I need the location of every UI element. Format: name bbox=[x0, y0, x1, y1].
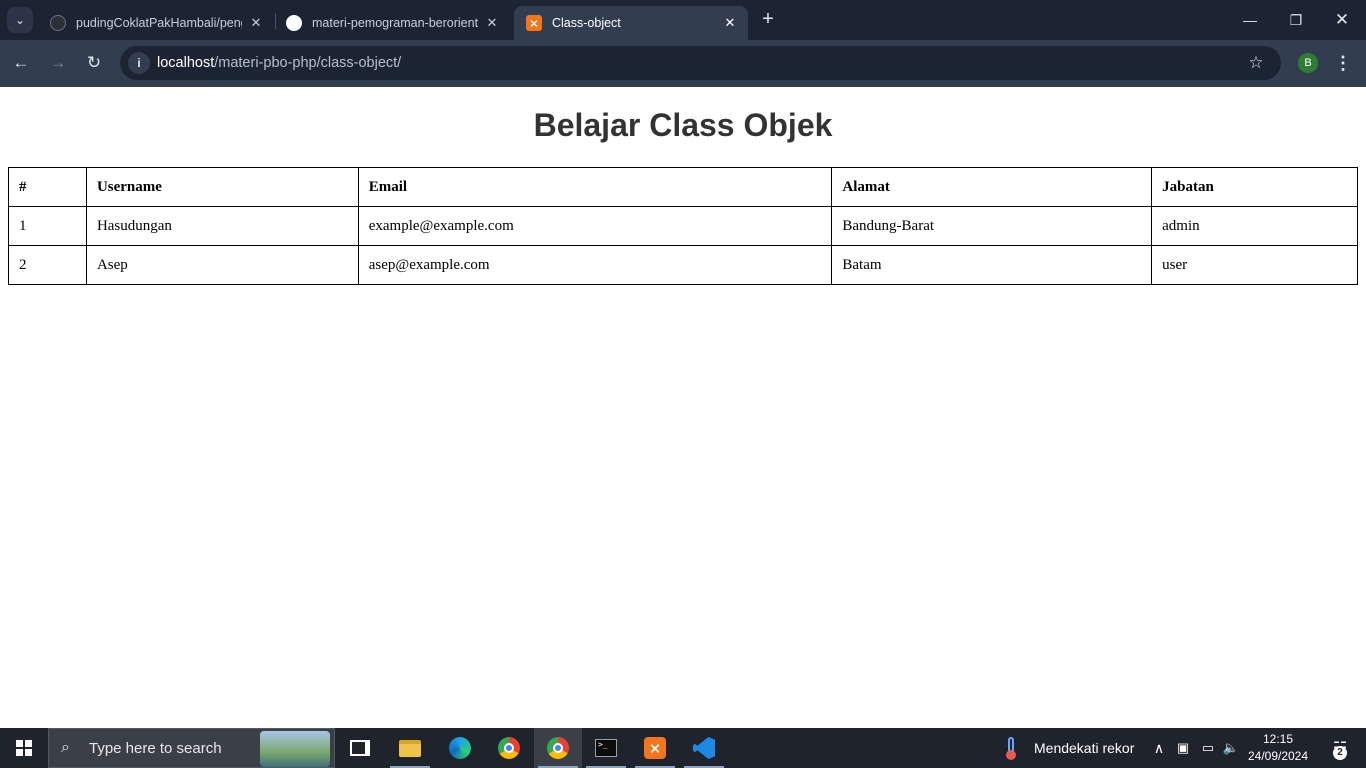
url-host: localhost bbox=[157, 55, 215, 71]
thermometer-icon bbox=[1004, 737, 1020, 760]
terminal-icon: >_ bbox=[595, 739, 617, 757]
cell-username: Hasudungan bbox=[85, 206, 359, 246]
vscode-icon bbox=[693, 737, 715, 759]
tab-1-title: pudingCoklatPakHambali/peng bbox=[76, 16, 242, 30]
chrome-profile-button[interactable] bbox=[534, 728, 582, 768]
minimize-icon[interactable]: — bbox=[1240, 10, 1260, 30]
bookmark-star-icon[interactable]: ☆ bbox=[1245, 52, 1267, 74]
windows-taskbar: ⌕ Type here to search >_ ⨯ Mendekati rek… bbox=[0, 728, 1366, 768]
cell-number: 2 bbox=[8, 245, 87, 285]
search-highlight-image bbox=[260, 731, 330, 767]
windows-logo-icon bbox=[16, 740, 32, 756]
tab-2-close-icon[interactable]: ✕ bbox=[484, 15, 500, 31]
chrome-button[interactable] bbox=[485, 728, 533, 768]
weather-text: Mendekati rekor bbox=[1034, 740, 1135, 756]
clock-date: 24/09/2024 bbox=[1247, 749, 1309, 763]
search-placeholder: Type here to search bbox=[89, 740, 222, 757]
taskbar-search-box[interactable]: ⌕ Type here to search bbox=[48, 728, 335, 768]
tab-3-title: Class-object bbox=[552, 16, 621, 30]
folder-icon bbox=[399, 739, 421, 757]
chrome-profile-icon bbox=[547, 737, 569, 759]
browser-tab-bar: ⌄ pudingCoklatPakHambali/peng ✕ materi-p… bbox=[0, 0, 1366, 40]
page-content: Belajar Class Objek # Username Email Ala… bbox=[0, 87, 1366, 728]
weather-widget[interactable]: Mendekati rekor bbox=[1004, 728, 1134, 768]
column-header-alamat: Alamat bbox=[831, 167, 1153, 207]
column-header-number: # bbox=[8, 167, 87, 207]
profile-avatar[interactable]: B bbox=[1298, 53, 1318, 73]
restore-icon[interactable]: ❐ bbox=[1286, 10, 1306, 30]
table-row: 1 Hasudungan example@example.com Bandung… bbox=[8, 206, 1358, 246]
task-view-button[interactable] bbox=[336, 728, 384, 768]
volume-icon[interactable]: 🔈 bbox=[1221, 728, 1241, 768]
terminal-button[interactable]: >_ bbox=[582, 728, 630, 768]
page-title: Belajar Class Objek bbox=[533, 107, 833, 143]
cell-email: asep@example.com bbox=[357, 245, 833, 285]
edge-button[interactable] bbox=[436, 728, 484, 768]
new-tab-plus-icon[interactable]: + bbox=[758, 9, 778, 30]
column-header-username: Username bbox=[85, 167, 359, 207]
clock[interactable]: 12:15 24/09/2024 bbox=[1246, 731, 1310, 765]
url-text[interactable]: localhost/materi-pbo-php/class-object/ bbox=[157, 55, 401, 71]
xampp-icon: ⨯ bbox=[526, 15, 542, 31]
tray-chevron-up-icon[interactable]: ∧ bbox=[1150, 728, 1168, 768]
xampp-button[interactable]: ⨯ bbox=[631, 728, 679, 768]
table-row: 2 Asep asep@example.com Batam user bbox=[8, 245, 1358, 285]
clock-time: 12:15 bbox=[1262, 732, 1294, 746]
start-button[interactable] bbox=[0, 728, 48, 768]
network-icon[interactable]: ▭ bbox=[1198, 728, 1218, 768]
cell-jabatan: admin bbox=[1151, 206, 1358, 246]
task-view-icon bbox=[350, 740, 370, 756]
meet-now-icon[interactable]: ▣ bbox=[1174, 728, 1192, 768]
tab-2-title: materi-pemograman-berorient bbox=[312, 16, 478, 30]
column-header-email: Email bbox=[357, 167, 833, 207]
site-info-icon[interactable]: i bbox=[128, 52, 150, 74]
tab-3-active[interactable]: ⨯ Class-object ✕ bbox=[514, 6, 748, 40]
tab-1[interactable]: pudingCoklatPakHambali/peng ✕ bbox=[38, 6, 274, 40]
url-path: /materi-pbo-php/class-object/ bbox=[214, 55, 402, 71]
forward-arrow-icon[interactable]: → bbox=[47, 52, 69, 74]
edge-icon bbox=[449, 737, 471, 759]
vscode-button[interactable] bbox=[680, 728, 728, 768]
column-header-jabatan: Jabatan bbox=[1151, 167, 1358, 207]
table-header-row: # Username Email Alamat Jabatan bbox=[8, 167, 1358, 207]
tab-1-close-icon[interactable]: ✕ bbox=[248, 15, 264, 31]
notification-count-badge: 2 bbox=[1333, 746, 1347, 760]
reload-icon[interactable]: ↻ bbox=[83, 52, 105, 74]
github-icon bbox=[286, 15, 302, 31]
github-icon bbox=[50, 15, 66, 31]
cell-jabatan: user bbox=[1151, 245, 1358, 285]
tab-search-chevron-down-icon[interactable]: ⌄ bbox=[7, 7, 33, 33]
users-table: # Username Email Alamat Jabatan 1 Hasudu… bbox=[8, 167, 1358, 285]
cell-email: example@example.com bbox=[357, 206, 833, 246]
file-explorer-button[interactable] bbox=[386, 728, 434, 768]
cell-alamat: Batam bbox=[831, 245, 1153, 285]
browser-toolbar: ← → ↻ i localhost/materi-pbo-php/class-o… bbox=[0, 40, 1366, 87]
cell-alamat: Bandung-Barat bbox=[831, 206, 1153, 246]
tab-2[interactable]: materi-pemograman-berorient ✕ bbox=[274, 6, 510, 40]
cell-username: Asep bbox=[85, 245, 359, 285]
tab-3-close-icon[interactable]: ✕ bbox=[722, 15, 738, 31]
address-bar[interactable]: i localhost/materi-pbo-php/class-object/… bbox=[120, 46, 1281, 80]
browser-menu-icon[interactable]: ⋮ bbox=[1334, 52, 1352, 74]
window-close-icon[interactable]: ✕ bbox=[1332, 10, 1352, 30]
search-icon: ⌕ bbox=[61, 739, 70, 756]
cell-number: 1 bbox=[8, 206, 87, 246]
chrome-icon bbox=[498, 737, 520, 759]
back-arrow-icon[interactable]: ← bbox=[10, 52, 32, 74]
xampp-icon: ⨯ bbox=[644, 737, 666, 759]
